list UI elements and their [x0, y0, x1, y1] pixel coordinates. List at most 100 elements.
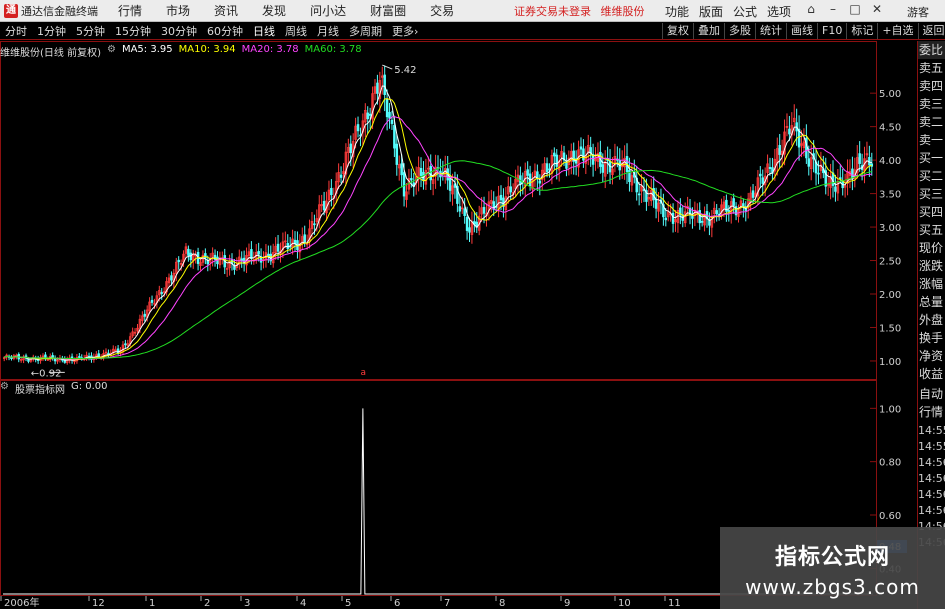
candle-body	[286, 242, 289, 249]
period-more[interactable]: 更多›	[387, 23, 423, 39]
candle-body	[402, 172, 406, 197]
settings-gear-icon[interactable]: ⚙	[0, 381, 9, 396]
window-controls: ⌂ – □ ✕	[800, 2, 888, 16]
back-button[interactable]: 返回	[917, 23, 945, 39]
y-tick-label: 5.00	[879, 89, 901, 100]
draw-line-button[interactable]: 画线	[786, 23, 817, 39]
x-tick-label: 9	[564, 598, 570, 609]
tick-time: 14:55	[918, 440, 945, 453]
guest-label[interactable]: 游客	[907, 4, 929, 20]
candle-body	[601, 164, 605, 173]
candle-body	[671, 212, 675, 224]
menu-formula[interactable]: 公式	[733, 3, 757, 20]
side-quote-label[interactable]: 行情	[918, 403, 943, 421]
menu-news[interactable]: 资讯	[214, 2, 238, 19]
statistics-button[interactable]: 统计	[755, 23, 786, 39]
tick-time: 14:56	[918, 472, 945, 485]
menu-market[interactable]: 市场	[166, 2, 190, 19]
side-field-label: 净资	[919, 349, 944, 363]
candle-body	[482, 206, 486, 214]
candle-body	[788, 128, 791, 135]
candle-body	[419, 168, 423, 176]
maximize-icon[interactable]: □	[844, 2, 866, 16]
period-1min[interactable]: 1分钟	[32, 23, 71, 39]
settings-gear-icon[interactable]: ⚙	[107, 44, 116, 59]
candle-body	[368, 113, 372, 116]
period-tick[interactable]: 分时	[0, 23, 32, 39]
menu-trade[interactable]: 交易	[430, 2, 454, 19]
candle-body	[700, 221, 704, 223]
menu-quotes[interactable]: 行情	[118, 2, 142, 19]
menu-function[interactable]: 功能	[665, 3, 689, 20]
mark-button[interactable]: 标记	[846, 23, 877, 39]
period-day[interactable]: 日线	[248, 23, 280, 39]
candle-body	[727, 210, 731, 212]
menu-options[interactable]: 选项	[767, 3, 791, 20]
f10-button[interactable]: F10	[817, 23, 846, 39]
candle-body	[664, 217, 668, 221]
period-toolbar: 分时 1分钟 5分钟 15分钟 30分钟 60分钟 日线 周线 月线 多周期 更…	[0, 22, 945, 40]
stock-name-label[interactable]: 维维股份(日线 前复权)	[0, 44, 101, 59]
candle-body	[778, 145, 781, 155]
candle-body	[654, 198, 658, 209]
menu-discover[interactable]: 发现	[262, 2, 286, 19]
add-watchlist-button[interactable]: +自选	[877, 23, 917, 39]
period-60min[interactable]: 60分钟	[202, 23, 248, 39]
candle-body	[240, 258, 243, 262]
candle-body	[465, 216, 469, 231]
chart-tools: 复权 叠加 多股 统计 画线 F10 标记 +自选 返回	[662, 23, 945, 39]
candle-body	[545, 163, 549, 173]
close-icon[interactable]: ✕	[866, 2, 888, 16]
candle-body	[715, 210, 718, 215]
candle-body	[204, 253, 207, 259]
candle-body	[834, 186, 837, 192]
menu-wealth-circle[interactable]: 财富圈	[370, 2, 406, 19]
support-icon[interactable]: ⌂	[800, 2, 822, 16]
menu-layout[interactable]: 版面	[699, 3, 723, 20]
overlay-button[interactable]: 叠加	[693, 23, 724, 39]
minimize-icon[interactable]: –	[822, 2, 844, 16]
candle-body	[499, 194, 503, 201]
candle-body	[759, 173, 762, 177]
period-multi[interactable]: 多周期	[344, 23, 387, 39]
ma60-label: MA60: 3.78	[304, 44, 362, 55]
candle-body	[78, 356, 81, 358]
watermark-banner: 指标公式网 www.zbgs3.com	[720, 527, 945, 609]
login-status-text[interactable]: 证券交易未登录	[514, 5, 591, 18]
candle-body	[385, 98, 389, 118]
candle-body	[322, 200, 326, 211]
candle-body	[468, 227, 471, 233]
app-logo-icon: 通	[4, 3, 18, 18]
y-tick-label: 2.00	[879, 290, 901, 301]
period-week[interactable]: 周线	[280, 23, 312, 39]
period-month[interactable]: 月线	[312, 23, 344, 39]
candle-body	[383, 74, 386, 96]
y-tick-label: 4.50	[879, 123, 901, 134]
candle-body	[839, 177, 842, 179]
period-15min[interactable]: 15分钟	[110, 23, 156, 39]
menu-ask[interactable]: 问小达	[310, 2, 346, 19]
x-axis: 2006年 12 1 2 3 4 5 6 7 8 9 10 11	[0, 596, 681, 609]
candle-body	[313, 223, 316, 226]
candle-body	[751, 190, 755, 198]
indicator-name-label[interactable]: 股票指标网	[15, 381, 65, 396]
side-field-label: 卖三	[919, 97, 944, 111]
adjust-button[interactable]: 复权	[662, 23, 693, 39]
tick-time: 14:55	[918, 424, 945, 437]
period-5min[interactable]: 5分钟	[71, 23, 110, 39]
candles	[2, 65, 874, 365]
side-auto-label[interactable]: 自动	[918, 385, 943, 403]
multi-stock-button[interactable]: 多股	[724, 23, 755, 39]
y-tick-label: 0.80	[879, 458, 901, 469]
x-tick-label: 8	[499, 598, 505, 609]
candle-body	[637, 193, 641, 196]
ma10-label: MA10: 3.94	[178, 44, 236, 55]
period-30min[interactable]: 30分钟	[156, 23, 202, 39]
candle-body	[579, 146, 583, 150]
candle-body	[393, 125, 396, 149]
x-tick-label: 11	[668, 598, 681, 609]
ma20-label: MA20: 3.78	[241, 44, 299, 55]
high-annotation-label: 5.42	[394, 65, 416, 76]
candlestick-chart[interactable]: 5.00 4.50 4.00 3.50 3.00 2.50 2.00 1.50 1.00 5.42…	[0, 41, 917, 380]
candle-body	[410, 178, 413, 181]
